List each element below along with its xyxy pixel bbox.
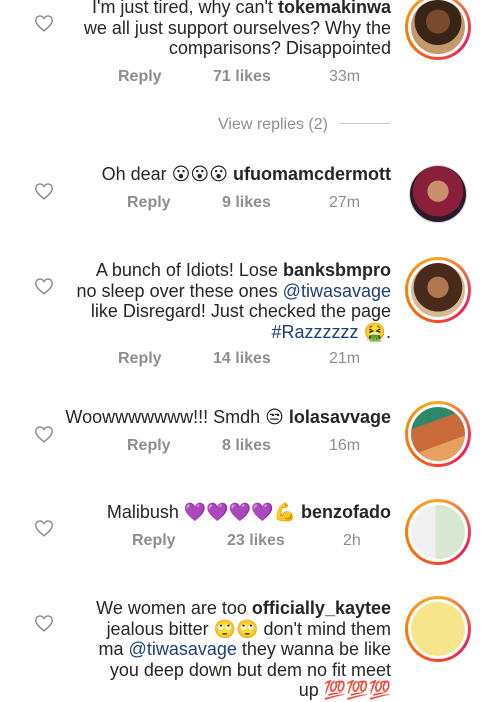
timestamp: 33m: [329, 68, 361, 85]
timestamp: 27m: [329, 194, 361, 211]
comment-line: A bunch of Idiots! Lose: [95, 260, 278, 280]
like-heart-icon[interactable]: [34, 182, 54, 200]
comment-line: Oh dear: [101, 164, 167, 184]
likes-count[interactable]: 23 likes: [227, 532, 285, 550]
comment-line: you deep down but dem no fit meet: [109, 659, 391, 680]
comment-line: no sleep over these ones: [76, 280, 278, 301]
view-replies-link[interactable]: View replies (2): [218, 116, 328, 134]
reply-button[interactable]: Reply: [118, 350, 162, 368]
comment-line: they wanna be like: [241, 639, 391, 659]
comment-line: comparisons? Disappointed: [168, 38, 391, 58]
mention-link[interactable]: @tiwasavage: [283, 281, 391, 301]
timestamp: 2h: [343, 532, 361, 549]
avatar[interactable]: [405, 499, 471, 565]
comment-text: A bunch of Idiots! Lose banksbmpro no sl…: [77, 260, 391, 342]
like-heart-icon[interactable]: [34, 519, 54, 537]
divider: [340, 123, 390, 124]
emoji: 🙄🙄: [213, 618, 259, 639]
comment-line: we all just support ourselves? Why the: [83, 17, 391, 38]
reply-button[interactable]: Reply: [127, 437, 171, 455]
username-link[interactable]: banksbmpro: [283, 260, 391, 280]
comment-line: Woowwwwwww!!! Smdh: [65, 407, 261, 427]
username-link[interactable]: benzofado: [301, 502, 391, 522]
comment-line: like Disregard! Just checked the page: [90, 301, 391, 321]
mention-link[interactable]: @tiwasavage: [129, 639, 237, 659]
avatar[interactable]: [405, 401, 471, 467]
likes-count[interactable]: 8 likes: [222, 437, 271, 455]
likes-count[interactable]: 9 likes: [222, 194, 271, 212]
comment-line: Malibush: [106, 502, 179, 522]
reply-button[interactable]: Reply: [118, 68, 162, 86]
emoji: 💯💯💯: [323, 680, 391, 700]
comment-line: ma: [98, 639, 124, 659]
like-heart-icon[interactable]: [34, 425, 54, 443]
emoji: 😮😮😮: [171, 164, 228, 184]
likes-count[interactable]: 71 likes: [213, 68, 271, 86]
comment-line: .: [385, 321, 391, 342]
comment-line: up: [298, 680, 319, 700]
comment-line: don't mind them: [263, 618, 391, 639]
likes-count[interactable]: 14 likes: [213, 350, 271, 368]
avatar[interactable]: [409, 165, 467, 223]
username-link[interactable]: ufuomamcdermott: [233, 164, 391, 184]
like-heart-icon[interactable]: [34, 277, 54, 295]
comment-text: I'm just tired, why can't tokemakinwa we…: [84, 0, 391, 59]
hashtag-link[interactable]: #Razzzzzz: [272, 322, 359, 342]
comment-text: Malibush 💜💜💜💜💪 benzofado: [107, 502, 391, 523]
reply-button[interactable]: Reply: [127, 194, 171, 212]
username-link[interactable]: officially_kaytee: [252, 598, 391, 618]
comment-text: Oh dear 😮😮😮 ufuomamcdermott: [102, 164, 391, 185]
like-heart-icon[interactable]: [34, 614, 54, 632]
avatar[interactable]: [405, 596, 471, 662]
reply-button[interactable]: Reply: [132, 532, 176, 550]
timestamp: 21m: [329, 350, 361, 367]
emoji: 💜💜💜💜💪: [183, 502, 296, 522]
comment-line: jealous bitter: [106, 618, 209, 639]
emoji: 🤮: [363, 321, 386, 342]
comment-line: I'm just tired, why can't: [92, 0, 273, 17]
username-link[interactable]: tokemakinwa: [278, 0, 391, 17]
like-heart-icon[interactable]: [34, 14, 54, 32]
avatar[interactable]: [405, 257, 471, 323]
avatar[interactable]: [405, 0, 471, 60]
emoji: 😒: [265, 407, 284, 427]
comment-text: Woowwwwwww!!! Smdh 😒 lolasavvage: [65, 407, 391, 428]
timestamp: 16m: [329, 437, 361, 454]
username-link[interactable]: lolasavvage: [289, 407, 391, 427]
comment-tokemakinwa: I'm just tired, why can't tokemakinwa we…: [0, 0, 490, 110]
comment-text: We women are too officially_kaytee jealo…: [96, 598, 391, 701]
comment-line: We women are too: [96, 598, 247, 618]
